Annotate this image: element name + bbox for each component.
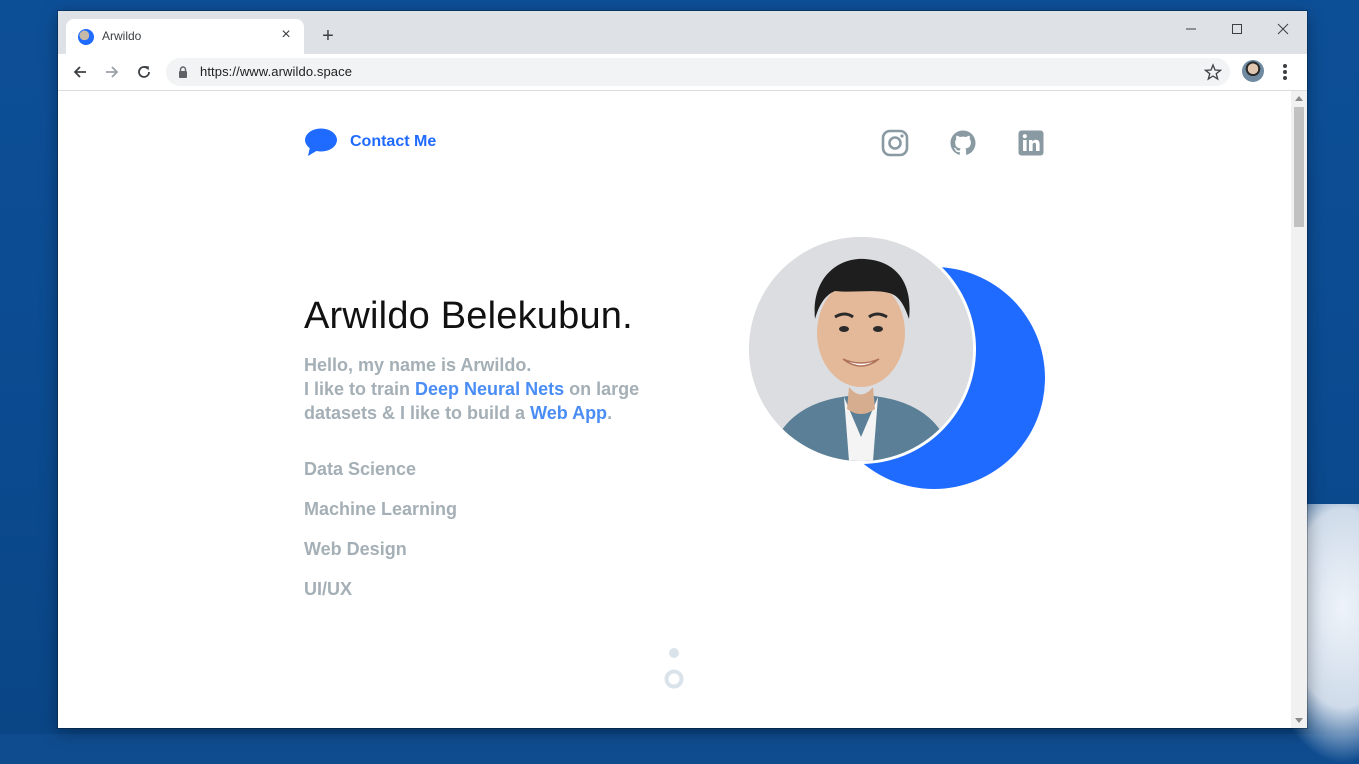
close-icon xyxy=(1277,23,1289,35)
browser-window: Arwildo × + https://www.arwildo.space Co… xyxy=(58,11,1307,728)
browser-menu-button[interactable] xyxy=(1278,60,1292,84)
intro-text-part: on large xyxy=(564,379,640,399)
linkedin-icon[interactable] xyxy=(1017,129,1045,157)
github-icon[interactable] xyxy=(949,129,977,157)
browser-tab[interactable]: Arwildo × xyxy=(66,19,304,54)
menu-dot xyxy=(1283,76,1287,80)
new-tab-button[interactable]: + xyxy=(316,24,340,48)
intro-text-part: I like to train xyxy=(304,379,416,399)
intro-line-2: I like to train Deep Neural Nets on larg… xyxy=(304,377,724,401)
reload-button[interactable] xyxy=(132,60,156,84)
menu-dot xyxy=(1283,64,1287,68)
skill-item: Data Science xyxy=(304,459,417,479)
intro-text: Hello, my name is Arwildo. I like to tra… xyxy=(304,353,724,425)
intro-text-part: datasets & I like to build a xyxy=(304,403,531,423)
address-bar[interactable]: https://www.arwildo.space xyxy=(166,58,1230,86)
maximize-button[interactable] xyxy=(1215,15,1259,43)
contact-me-link[interactable]: Contact Me xyxy=(304,127,436,157)
bookmark-star-icon[interactable] xyxy=(1204,63,1222,81)
deep-neural-nets-highlight: Deep Neural Nets xyxy=(415,379,565,399)
scroll-up-arrow[interactable] xyxy=(1295,96,1303,101)
instagram-icon[interactable] xyxy=(881,129,909,157)
close-window-button[interactable] xyxy=(1261,15,1305,43)
tab-close-button[interactable]: × xyxy=(276,25,296,45)
browser-toolbar: https://www.arwildo.space xyxy=(58,54,1307,91)
forward-button[interactable] xyxy=(100,60,124,84)
profile-photo-image xyxy=(749,237,973,461)
url-text: https://www.arwildo.space xyxy=(200,64,353,79)
menu-dot xyxy=(1283,70,1287,74)
chat-bubble-icon xyxy=(305,128,337,156)
scroll-down-indicator[interactable] xyxy=(662,647,686,693)
hero-name: Arwildo Belekubun. xyxy=(304,295,633,337)
skill-item: Machine Learning xyxy=(304,499,458,519)
favicon-icon xyxy=(78,29,94,45)
intro-text-part: . xyxy=(607,403,613,423)
arrow-right-icon xyxy=(106,66,119,78)
lock-icon xyxy=(179,66,187,78)
scroll-thumb[interactable] xyxy=(1294,107,1304,227)
page-viewport: Contact Me Arwildo Belekubun. Hello, my … xyxy=(58,91,1307,728)
intro-line-1: Hello, my name is Arwildo. xyxy=(304,355,532,375)
arrow-left-icon xyxy=(73,66,86,78)
tab-title: Arwildo xyxy=(102,29,142,43)
intro-line-3: datasets & I like to build a Web App. xyxy=(304,401,724,425)
back-button[interactable] xyxy=(68,60,92,84)
minimize-icon xyxy=(1186,28,1196,30)
profile-photo xyxy=(746,234,976,464)
tab-strip: Arwildo × + xyxy=(58,11,1307,54)
reload-icon xyxy=(138,66,150,78)
portrait-illustration xyxy=(749,237,973,461)
minimize-button[interactable] xyxy=(1169,15,1213,43)
scroll-down-arrow[interactable] xyxy=(1295,718,1303,723)
vertical-scrollbar[interactable] xyxy=(1291,91,1307,728)
web-app-highlight: Web App xyxy=(530,403,608,423)
skill-item: UI/UX xyxy=(304,579,353,599)
maximize-icon xyxy=(1232,24,1242,34)
skill-item: Web Design xyxy=(304,539,407,559)
contact-me-label: Contact Me xyxy=(350,133,437,150)
profile-avatar[interactable] xyxy=(1242,60,1264,82)
